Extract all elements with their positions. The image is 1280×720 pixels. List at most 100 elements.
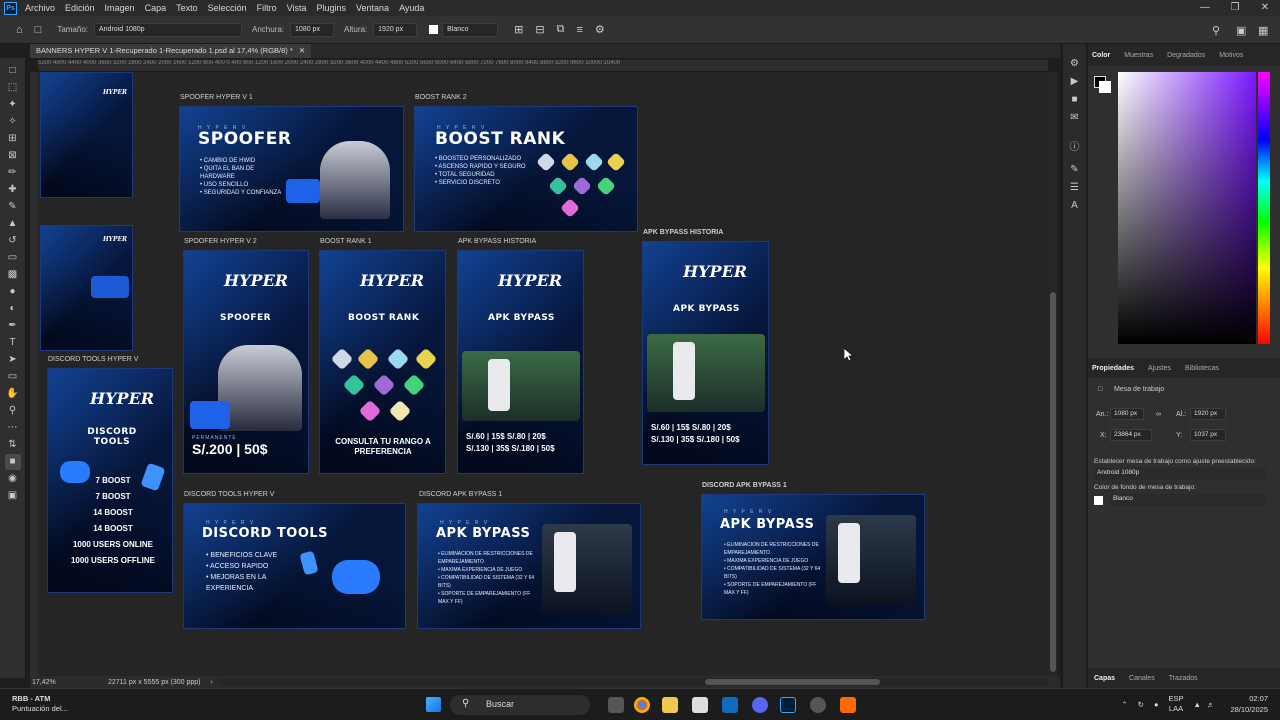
foreground-color-swatch[interactable]: ■: [4, 453, 21, 470]
height-field[interactable]: 1920 px: [373, 22, 418, 37]
path-select-icon[interactable]: ➤: [5, 352, 21, 368]
vertical-ruler[interactable]: [30, 72, 38, 678]
menu-ayuda[interactable]: Ayuda: [399, 3, 424, 13]
glyphs-icon[interactable]: ■: [1071, 94, 1077, 112]
tab-canales[interactable]: Canales: [1129, 675, 1155, 682]
task-view-icon[interactable]: [608, 697, 624, 713]
blur-tool-icon[interactable]: ●: [5, 284, 21, 300]
artboard-height-field[interactable]: 1920 px: [1190, 408, 1226, 420]
character-panel-icon[interactable]: A: [1071, 200, 1078, 218]
document-tab[interactable]: BANNERS HYPER V 1-Recuperado 1-Recuperad…: [30, 44, 312, 58]
comments-icon[interactable]: ✉: [1070, 112, 1078, 130]
menu-filtro[interactable]: Filtro: [257, 3, 277, 13]
tab-muestras[interactable]: Muestras: [1124, 52, 1153, 59]
home-icon[interactable]: ⌂: [16, 24, 23, 36]
menu-edicion[interactable]: Edición: [65, 3, 95, 13]
screen-mode-icon[interactable]: ▣: [5, 488, 21, 504]
artboard-apk-historia-1[interactable]: HYPER APK BYPASS S/.60 | 15$ S/.80 | 20$…: [457, 250, 584, 474]
bg-color-select[interactable]: Blanco: [1110, 494, 1266, 506]
frame-tool-icon[interactable]: ⊠: [5, 148, 21, 164]
weather-widget[interactable]: RBB - ATM Puntuación del...: [12, 694, 68, 714]
tab-capas[interactable]: Capas: [1094, 675, 1115, 682]
store-icon[interactable]: [692, 697, 708, 713]
zoom-tool-icon[interactable]: ⚲: [5, 403, 21, 419]
hue-slider[interactable]: [1258, 72, 1270, 344]
vertical-scroll-thumb[interactable]: [1050, 292, 1056, 672]
canvas[interactable]: HYPER HYPER DISCORD TOOLS HYPER V HYPER …: [38, 72, 1048, 676]
tab-degradados[interactable]: Degradados: [1167, 52, 1205, 59]
artboard-thumb-2[interactable]: HYPER: [40, 225, 133, 351]
chevron-up-icon[interactable]: ⌃: [1121, 700, 1127, 709]
artboard-label[interactable]: BOOST RANK 2: [415, 94, 467, 101]
artboard-discord-apk-2[interactable]: H Y P E R V APK BYPASS • ELIMINACION DE …: [701, 494, 925, 620]
link-icon[interactable]: ∞: [1156, 411, 1161, 418]
menu-texto[interactable]: Texto: [176, 3, 198, 13]
type-tool-icon[interactable]: T: [5, 335, 21, 351]
shape-tool-icon[interactable]: ▭: [5, 369, 21, 385]
artboard-label[interactable]: SPOOFER HYPER V 1: [180, 94, 253, 101]
artboard-label[interactable]: DISCORD APK BYPASS 1: [702, 482, 787, 489]
artboard-boost-rank-2[interactable]: H Y P E R V BOOST RANK • BOOSTEO PERSONA…: [414, 106, 638, 232]
close-tab-icon[interactable]: ✕: [299, 46, 305, 55]
artboard-tool-icon[interactable]: □: [35, 24, 42, 36]
file-explorer-icon[interactable]: [662, 697, 678, 713]
taskbar-search[interactable]: ⚲ Buscar: [450, 695, 590, 715]
minimize-icon[interactable]: —: [1190, 0, 1220, 16]
menu-plugins[interactable]: Plugins: [317, 3, 347, 13]
artboard-x-field[interactable]: 23864 px: [1110, 429, 1152, 441]
steam-icon[interactable]: [810, 697, 826, 713]
artboard-add-icon[interactable]: ⊞: [514, 23, 523, 36]
artboard-width-field[interactable]: 1080 px: [1110, 408, 1144, 420]
artboard-tool-icon[interactable]: □: [5, 63, 21, 79]
color-picker-field[interactable]: [1118, 72, 1256, 344]
artboard-thumb-1[interactable]: HYPER: [40, 72, 133, 198]
horizontal-ruler[interactable]: 5200 4800 4400 4000 3600 3200 2800 2400 …: [38, 60, 1048, 72]
app-icon[interactable]: [840, 697, 856, 713]
width-field[interactable]: 1080 px: [290, 22, 335, 37]
artboard-y-field[interactable]: 1037 px: [1190, 429, 1226, 441]
document-size[interactable]: 22711 px x 5555 px (300 ppp): [108, 679, 201, 686]
quick-mask-icon[interactable]: ◉: [5, 471, 21, 487]
settings-gear-icon[interactable]: ⚙: [595, 23, 605, 36]
artboard-discord-tools-horizontal[interactable]: H Y P E R V DISCORD TOOLS • BENEFICIOS C…: [183, 503, 406, 629]
history-brush-icon[interactable]: ↺: [5, 233, 21, 249]
adjust-icon[interactable]: ☰: [1070, 182, 1079, 200]
history-icon[interactable]: ⚙: [1070, 58, 1079, 76]
artboard-discord-apk-1[interactable]: H Y P E R V APK BYPASS • ELIMINACION DE …: [417, 503, 641, 629]
new-artboard-icon[interactable]: ⧉: [557, 23, 565, 36]
eraser-tool-icon[interactable]: ▭: [5, 250, 21, 266]
brush-tool-icon[interactable]: ✎: [5, 199, 21, 215]
crop-tool-icon[interactable]: ⊞: [5, 131, 21, 147]
magic-wand-icon[interactable]: ✧: [5, 114, 21, 130]
artboard-label[interactable]: APK BYPASS HISTORIA: [458, 238, 536, 245]
preset-select[interactable]: Android 1080p: [1094, 468, 1266, 480]
tab-color[interactable]: Color: [1092, 52, 1110, 59]
menu-seleccion[interactable]: Selección: [208, 3, 247, 13]
chrome-icon[interactable]: [634, 697, 650, 713]
horizontal-scroll-thumb[interactable]: [705, 679, 880, 685]
artboard-crop-icon[interactable]: ⊟: [535, 23, 544, 36]
fill-swatch[interactable]: [429, 25, 439, 34]
clock[interactable]: 02:07 28/10/2025: [1230, 693, 1268, 715]
more-tools-icon[interactable]: ⋯: [5, 420, 21, 436]
artboard-discord-tools-vertical[interactable]: HYPER DISCORD TOOLS 7 BOOST 7 BOOST 14 B…: [47, 368, 173, 593]
hand-tool-icon[interactable]: ✋: [5, 386, 21, 402]
tab-motivos[interactable]: Motivos: [1219, 52, 1243, 59]
photoshop-app-icon[interactable]: Ps: [4, 1, 17, 15]
vertical-scrollbar[interactable]: [1048, 72, 1058, 676]
swap-colors-icon[interactable]: ⇅: [5, 437, 21, 453]
menu-vista[interactable]: Vista: [287, 3, 307, 13]
close-icon[interactable]: ✕: [1250, 0, 1280, 16]
menu-ventana[interactable]: Ventana: [356, 3, 389, 13]
horizontal-scrollbar[interactable]: [220, 678, 1048, 686]
artboard-label[interactable]: DISCORD TOOLS HYPER V: [184, 491, 274, 498]
restore-icon[interactable]: ❐: [1220, 0, 1250, 16]
artboard-label[interactable]: SPOOFER HYPER V 2: [184, 238, 257, 245]
artboard-label[interactable]: BOOST RANK 1: [320, 238, 372, 245]
artboard-spoofer-v1[interactable]: H Y P E R V SPOOFER • CAMBIO DE HWID • Q…: [179, 106, 404, 232]
menu-archivo[interactable]: Archivo: [25, 3, 55, 13]
align-icon[interactable]: ≡: [576, 24, 582, 36]
fill-select[interactable]: Blanco: [442, 22, 499, 37]
pen-tool-icon[interactable]: ✒: [5, 318, 21, 334]
artboard-boost-rank-1[interactable]: HYPER BOOST RANK CONSULTA TU RANGO A PRE…: [319, 250, 446, 474]
